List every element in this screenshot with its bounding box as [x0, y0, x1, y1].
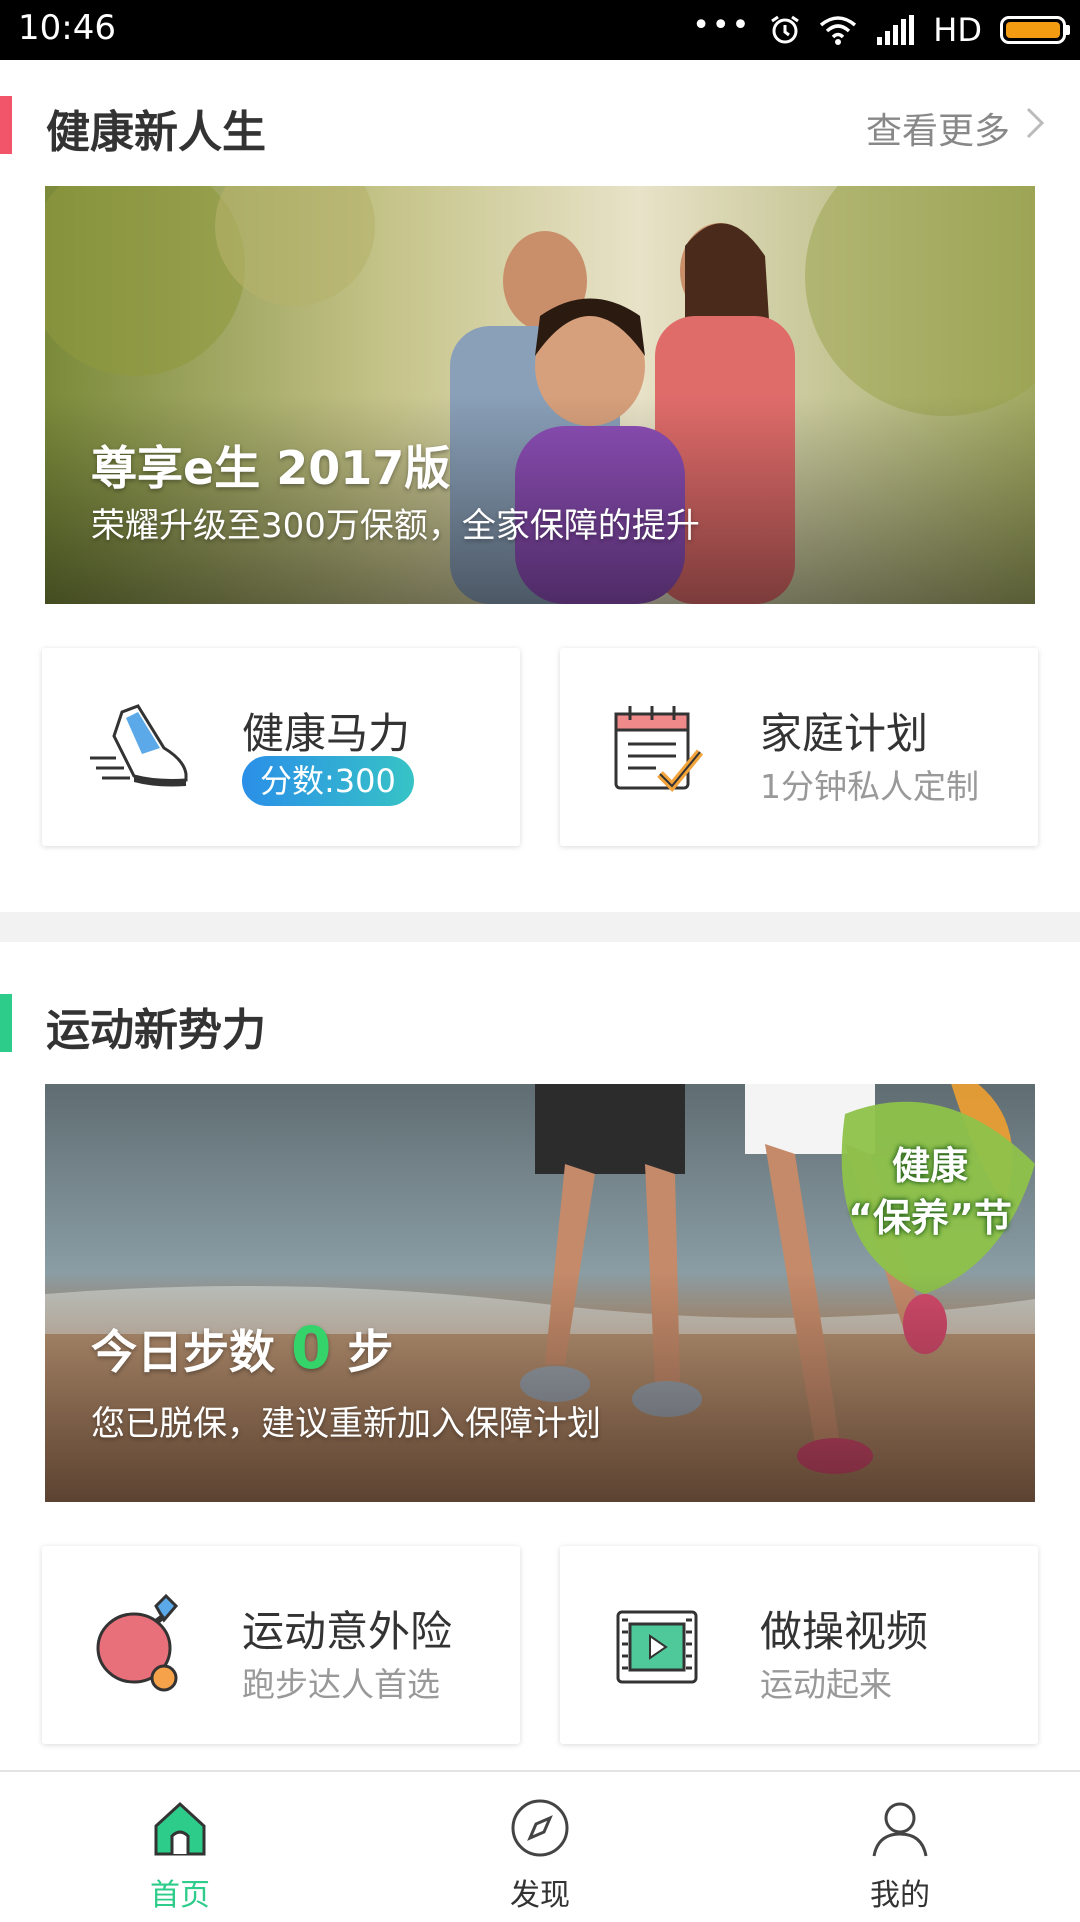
- steps-label: 今日步数: [91, 1325, 275, 1379]
- nav-tab-home[interactable]: 首页: [0, 1772, 360, 1922]
- card-title: 做操视频: [760, 1607, 929, 1656]
- video-play-icon: [616, 1610, 698, 1684]
- steps-count: 0: [291, 1314, 332, 1382]
- battery-icon: [1000, 16, 1070, 44]
- card-sports-accident-insurance[interactable]: 运动意外险 跑步达人首选: [42, 1546, 520, 1744]
- banner-subtitle: 荣耀升级至300万保额，全家保障的提升: [91, 506, 700, 546]
- compass-icon: [511, 1799, 569, 1857]
- wifi-icon: [820, 16, 857, 45]
- ping-pong-icon: [96, 1594, 179, 1692]
- card-title: 家庭计划: [760, 709, 929, 758]
- banner-subtitle: 您已脱保，建议重新加入保障计划: [91, 1404, 601, 1444]
- score-badge: 分数:300: [242, 756, 414, 806]
- section-header-sports: 运动新势力: [0, 970, 1080, 1060]
- view-more-link[interactable]: 查看更多: [866, 102, 1010, 154]
- section-accent-bar: [0, 96, 12, 154]
- banner-steps[interactable]: 健康 “保养”节 今日步数 0 步 您已脱保，建议重新加入保障计划: [45, 1084, 1035, 1502]
- card-subtitle: 1分钟私人定制: [760, 767, 979, 806]
- nav-tab-discover[interactable]: 发现: [360, 1772, 720, 1922]
- banner-family-insurance[interactable]: 尊享e生 2017版 荣耀升级至300万保额，全家保障的提升: [45, 186, 1035, 604]
- section-divider: [0, 912, 1080, 942]
- nav-label: 我的: [870, 1878, 930, 1913]
- card-subtitle: 运动起来: [760, 1665, 892, 1704]
- card-title: 运动意外险: [242, 1607, 453, 1656]
- chevron-right-icon[interactable]: [1024, 106, 1046, 140]
- more-dots-icon: •••: [692, 7, 752, 43]
- running-shoe-icon: [90, 704, 188, 787]
- nav-tab-profile[interactable]: 我的: [720, 1772, 1080, 1922]
- nav-label: 发现: [510, 1878, 570, 1913]
- card-subtitle: 跑步达人首选: [242, 1665, 440, 1704]
- steps-unit: 步: [347, 1325, 394, 1379]
- status-icons: ••• HD: [692, 7, 1070, 52]
- card-health-power[interactable]: 健康马力 分数:300: [42, 648, 520, 846]
- section-title: 健康新人生: [46, 107, 266, 158]
- signal-icon: [877, 15, 915, 45]
- alarm-icon: [771, 15, 800, 44]
- section-title: 运动新势力: [46, 1005, 266, 1056]
- nav-label: 首页: [150, 1878, 210, 1913]
- bottom-navigation: 首页 发现 我的: [0, 1770, 1080, 1920]
- network-type: HD: [933, 11, 982, 49]
- section-accent-bar: [0, 994, 12, 1052]
- card-title: 健康马力: [242, 709, 411, 758]
- user-icon: [872, 1802, 928, 1857]
- home-icon: [154, 1801, 206, 1856]
- badge-line: 健康: [891, 1144, 968, 1188]
- health-festival-badge: 健康 “保养”节: [835, 1140, 1025, 1244]
- status-time: 10:46: [18, 8, 116, 48]
- calendar-check-icon: [614, 706, 704, 792]
- banner-title: 尊享e生 2017版: [91, 441, 451, 495]
- card-exercise-video[interactable]: 做操视频 运动起来: [560, 1546, 1038, 1744]
- section-header-health: 健康新人生 查看更多: [0, 72, 1080, 162]
- badge-line: “保养”节: [848, 1196, 1012, 1240]
- card-family-plan[interactable]: 家庭计划 1分钟私人定制: [560, 648, 1038, 846]
- status-bar: 10:46 ••• HD: [0, 0, 1080, 60]
- steps-today: 今日步数 0 步: [91, 1314, 393, 1382]
